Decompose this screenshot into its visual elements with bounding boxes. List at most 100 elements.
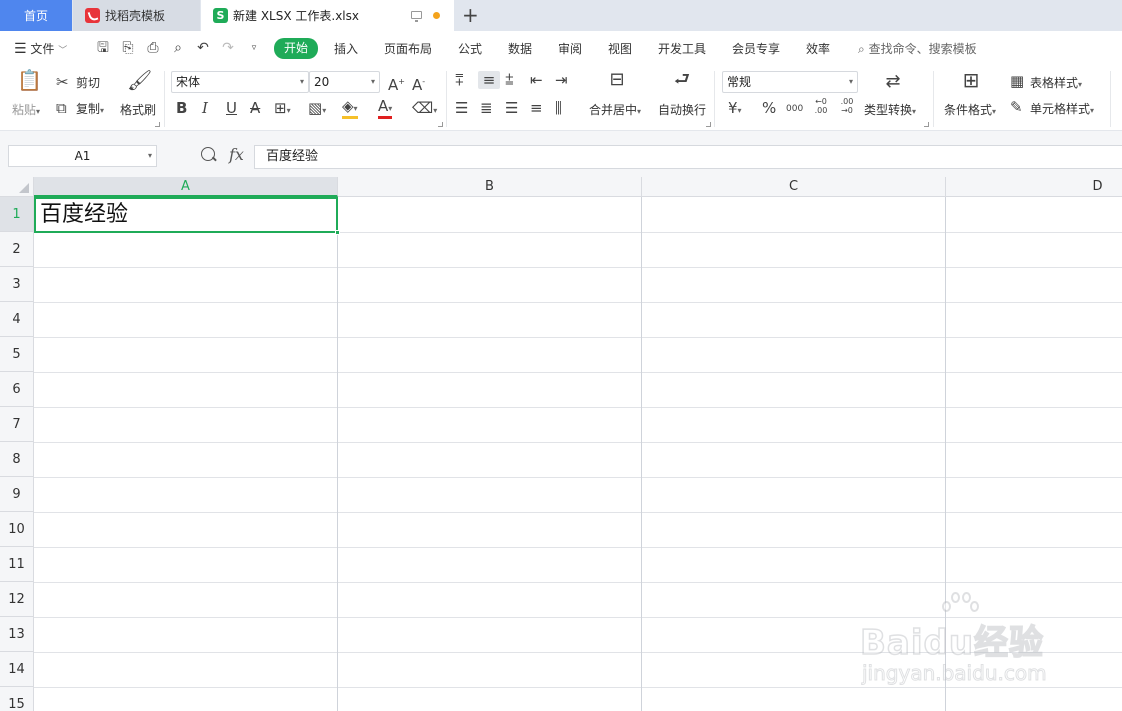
underline-button[interactable]: U — [226, 99, 237, 117]
table-style-icon[interactable]: ▦ — [1010, 72, 1024, 90]
cell-style-icon[interactable]: ✎ — [1010, 98, 1023, 116]
align-right-icon[interactable]: ☰ — [505, 99, 518, 117]
column-header-c[interactable]: C — [642, 177, 946, 197]
type-convert-button[interactable]: 类型转换▾ — [864, 102, 916, 120]
menu-tab-view[interactable]: 视图 — [608, 39, 632, 59]
new-tab-button[interactable]: + — [462, 3, 479, 27]
thousands-separator-button[interactable]: 000 — [786, 100, 803, 118]
menu-tab-formulas[interactable]: 公式 — [458, 39, 482, 59]
fill-pattern-icon[interactable]: ▧▾ — [308, 99, 326, 120]
quick-access-more-icon[interactable]: ▿ — [246, 40, 262, 56]
row-header-10[interactable]: 10 — [0, 512, 34, 547]
menu-tab-page-layout[interactable]: 页面布局 — [384, 39, 432, 59]
format-painter-button[interactable]: 格式刷 — [120, 102, 156, 118]
clear-format-icon[interactable]: ⌫▾ — [412, 99, 437, 120]
cell-a1[interactable]: 百度经验 — [34, 197, 338, 233]
alignment-dialog-launcher[interactable] — [706, 122, 711, 127]
paste-button[interactable]: 粘贴▾ — [12, 102, 40, 120]
font-color-button[interactable]: A▾ — [378, 99, 393, 119]
row-header-11[interactable]: 11 — [0, 547, 34, 582]
window-mode-icon[interactable] — [411, 11, 422, 22]
menu-tab-home[interactable]: 开始 — [274, 38, 319, 59]
column-header-a[interactable]: A — [34, 177, 338, 197]
align-left-icon[interactable]: ☰ — [455, 99, 468, 117]
row-header-3[interactable]: 3 — [0, 267, 34, 302]
align-top-icon[interactable]: ⩱ — [455, 71, 464, 89]
column-header-d[interactable]: D — [946, 177, 1122, 197]
table-style-button[interactable]: 表格样式▾ — [1030, 75, 1082, 93]
font-dialog-launcher[interactable] — [438, 122, 443, 127]
command-search[interactable]: ⌕ 查找命令、搜索模板 — [858, 39, 977, 59]
paste-icon[interactable]: 📋 — [17, 70, 42, 90]
fill-handle[interactable] — [335, 230, 340, 235]
align-center-icon[interactable]: ≣ — [480, 99, 493, 117]
scissors-icon[interactable]: ✂ — [56, 73, 69, 91]
menu-tab-developer[interactable]: 开发工具 — [658, 39, 706, 59]
column-header-b[interactable]: B — [338, 177, 642, 197]
menu-tab-data[interactable]: 数据 — [508, 39, 532, 59]
tab-home[interactable]: 首页 — [0, 0, 72, 31]
zoom-search-icon[interactable] — [201, 147, 215, 161]
row-header-12[interactable]: 12 — [0, 582, 34, 617]
number-dialog-launcher[interactable] — [924, 122, 929, 127]
name-box[interactable]: A1 ▾ — [8, 145, 157, 167]
number-format-select[interactable]: 常规 ▾ — [722, 71, 858, 93]
row-header-14[interactable]: 14 — [0, 652, 34, 687]
font-decrease-icon[interactable]: A- — [412, 73, 425, 94]
formula-input[interactable]: 百度经验 — [254, 145, 1122, 169]
conditional-format-button[interactable]: 条件格式▾ — [944, 102, 996, 120]
distributed-align-icon[interactable]: ⫼ — [555, 99, 562, 117]
borders-icon[interactable]: ⊞▾ — [274, 99, 291, 120]
tab-docer-templates[interactable]: 找稻壳模板 — [73, 0, 200, 31]
merge-center-button[interactable]: 合并居中▾ — [589, 102, 641, 120]
row-header-15[interactable]: 15 — [0, 687, 34, 711]
menu-tab-insert[interactable]: 插入 — [334, 39, 358, 59]
row-header-8[interactable]: 8 — [0, 442, 34, 477]
indent-decrease-icon[interactable]: ⇤ — [530, 71, 543, 89]
indent-increase-icon[interactable]: ⇥ — [555, 71, 568, 89]
cell-style-button[interactable]: 单元格样式▾ — [1030, 101, 1094, 119]
fill-color-icon[interactable]: ◈▾ — [342, 99, 358, 119]
percent-button[interactable]: % — [762, 99, 776, 117]
wrap-text-button[interactable]: 自动换行 — [658, 102, 706, 118]
row-header-6[interactable]: 6 — [0, 372, 34, 407]
row-header-2[interactable]: 2 — [0, 232, 34, 267]
menu-tab-review[interactable]: 审阅 — [558, 39, 582, 59]
justify-icon[interactable]: ≡ — [530, 99, 543, 117]
font-size-select[interactable]: 20 ▾ — [309, 71, 380, 93]
currency-button[interactable]: ¥▾ — [728, 99, 742, 120]
copy-icon[interactable]: ⧉ — [56, 99, 67, 117]
menu-tab-efficiency[interactable]: 效率 — [806, 39, 830, 59]
copy-button[interactable]: 复制▾ — [76, 101, 104, 119]
align-bottom-icon[interactable]: ⩲ — [505, 71, 514, 89]
italic-button[interactable]: I — [202, 99, 208, 117]
menu-tab-member[interactable]: 会员专享 — [732, 39, 780, 59]
type-convert-icon[interactable]: ⇄ — [881, 73, 905, 91]
merge-center-icon[interactable]: ⊟ — [604, 71, 630, 89]
tab-workbook[interactable]: S 新建 XLSX 工作表.xlsx — [201, 0, 454, 31]
align-middle-icon[interactable]: ≡ — [478, 71, 500, 89]
row-header-4[interactable]: 4 — [0, 302, 34, 337]
decrease-decimal-button[interactable]: .00 →0 — [836, 97, 858, 115]
conditional-format-icon[interactable]: ⊞ — [959, 70, 983, 90]
strikethrough-button[interactable]: A — [250, 99, 260, 117]
font-increase-icon[interactable]: A+ — [388, 73, 405, 94]
font-name-select[interactable]: 宋体 ▾ — [171, 71, 309, 93]
select-all-button[interactable] — [0, 177, 34, 197]
save-icon[interactable]: 🖫 — [95, 40, 111, 56]
row-header-1[interactable]: 1 — [0, 197, 34, 232]
undo-icon[interactable]: ↶ — [195, 40, 211, 56]
insert-function-button[interactable]: fx — [229, 145, 244, 164]
redo-icon[interactable]: ↷ — [220, 40, 236, 56]
row-header-7[interactable]: 7 — [0, 407, 34, 442]
row-header-9[interactable]: 9 — [0, 477, 34, 512]
format-painter-icon[interactable]: 🖌 — [127, 70, 152, 90]
increase-decimal-button[interactable]: ←0 .00 — [810, 97, 832, 115]
row-header-13[interactable]: 13 — [0, 617, 34, 652]
row-header-5[interactable]: 5 — [0, 337, 34, 372]
export-pdf-icon[interactable]: ⎘ — [120, 40, 136, 56]
wrap-text-icon[interactable]: ⮐ — [669, 71, 695, 89]
print-icon[interactable]: ⎙ — [145, 40, 161, 56]
print-preview-icon[interactable]: ⌕ — [170, 40, 186, 56]
file-menu[interactable]: ☰ 文件 ﹀ — [14, 39, 67, 59]
